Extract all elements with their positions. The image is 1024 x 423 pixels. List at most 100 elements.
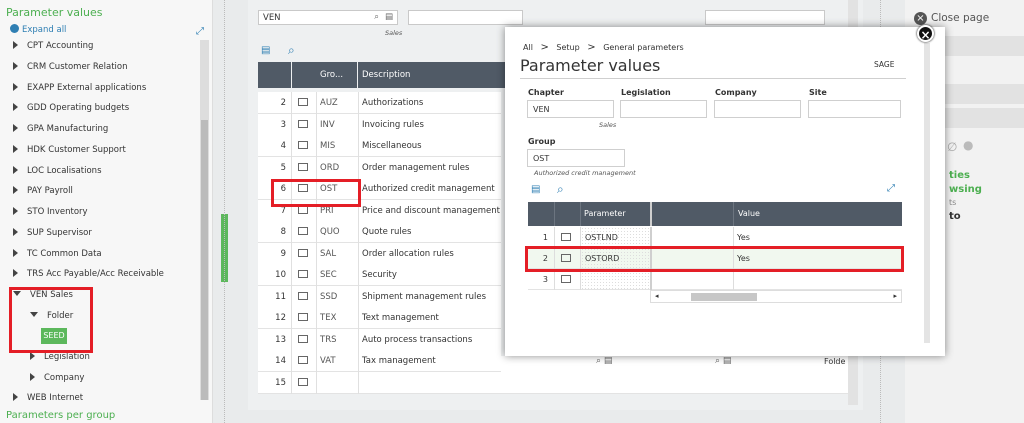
table-icon[interactable]: ▤ [261,45,270,56]
site-input[interactable] [808,100,901,118]
company-input[interactable] [714,100,801,118]
list-icon[interactable]: ▤ [385,12,393,22]
tree-item-exapp[interactable]: EXAPP External applications [13,83,146,93]
tree-item-company[interactable]: Company [30,373,84,383]
table-row[interactable]: 3 INV Invoicing rules [258,114,501,136]
search-icon[interactable]: ⌕ [288,43,295,58]
tree-item-web[interactable]: WEB Internet [13,393,83,403]
table-row[interactable]: 2 AUZ Authorizations [258,92,501,114]
close-page-button[interactable]: × Close page [914,12,989,25]
row-detail-icon[interactable] [298,141,308,149]
table-row[interactable]: 13 TRS Auto process transactions [258,329,501,351]
close-page-label: Close page [931,12,990,24]
expand-diagonal-icon[interactable]: ⤢ [196,26,204,37]
tree-item-pay[interactable]: PAY Payroll [13,186,73,196]
row-detail-icon[interactable] [298,270,308,278]
right-link-1[interactable]: ties [949,170,970,181]
search-icon[interactable]: ⌕ ▤ [715,356,731,366]
folder-label: Folde [824,357,846,366]
comment-icon[interactable]: ● [963,138,973,152]
tree-item-hdk[interactable]: HDK Customer Support [13,145,126,155]
expand-arrow-icon [13,269,18,277]
row-detail-icon[interactable] [298,206,308,214]
section-parameters-per-group[interactable]: Parameters per group [6,410,115,421]
col-value[interactable]: Value [738,209,760,218]
expand-all-link[interactable]: Expand all [10,24,66,35]
row-detail-icon[interactable] [298,98,308,106]
tree-item-loc[interactable]: LOC Localisations [13,166,102,176]
row-detail-icon[interactable] [298,249,308,257]
scroll-left-icon[interactable]: ◂ [655,292,659,300]
expand-arrow-icon [13,249,18,257]
row-detail-icon[interactable] [298,335,308,343]
table-icon[interactable]: ▤ [531,184,540,195]
tree-item-crm[interactable]: CRM Customer Relation [13,62,127,72]
search-icon[interactable]: ⌕ [557,182,564,197]
tree-item-cpt[interactable]: CPT Accounting [13,41,93,51]
scroll-thumb[interactable] [691,293,757,301]
tree-item-tc[interactable]: TC Common Data [13,249,102,259]
group-input[interactable]: OST [527,149,625,167]
right-link-3[interactable]: ts [949,198,956,207]
highlight-ost-row [271,179,361,207]
row-detail-icon[interactable] [298,378,308,386]
grid-header-icon [292,62,316,88]
table-row[interactable]: 8 QUO Quote rules [258,221,501,243]
left-panel: Parameter values ⤢ Expand all ▲ CPT Acco… [0,0,213,423]
tree-item-sto[interactable]: STO Inventory [13,207,88,217]
expand-diagonal-icon[interactable]: ⤢ [887,183,895,194]
left-scrollbar[interactable] [200,40,209,400]
table-row[interactable]: 1 OSTLND Yes [528,227,902,248]
grid-header-description[interactable]: Description [358,62,505,88]
breadcrumb-setup[interactable]: Setup [556,43,579,52]
tree-item-trs[interactable]: TRS Acc Payable/Acc Receivable [13,269,164,279]
table-row[interactable]: 11 SSD Shipment management rules [258,286,501,308]
dialog-scrollbar[interactable] [924,43,930,343]
site-field-bg[interactable] [705,10,825,25]
table-row[interactable]: 3 [528,269,902,290]
search-icon[interactable]: ⌕ ▤ [596,356,612,366]
row-detail-icon[interactable] [298,292,308,300]
tree-item-legislation[interactable]: Legislation [30,352,90,362]
attachment-icon[interactable]: ∅ [947,140,957,154]
row-detail-icon[interactable] [298,120,308,128]
scroll-thumb[interactable] [201,120,208,400]
table-row[interactable]: 14 VAT Tax management [258,350,501,372]
table-row[interactable]: 4 MIS Miscellaneous [258,135,501,157]
close-dialog-button[interactable]: × [917,25,934,42]
table-row[interactable]: 12 TEX Text management [258,307,501,329]
row-detail-icon[interactable] [561,275,571,283]
search-icon[interactable]: ⌕ [374,12,379,22]
row-detail-icon[interactable] [561,233,571,241]
expand-all-label: Expand all [22,25,67,35]
row-detail-icon[interactable] [298,227,308,235]
expand-arrow-icon [13,83,18,91]
table-row[interactable]: 9 SAL Order allocation rules [258,243,501,265]
breadcrumb-all[interactable]: All [523,43,533,52]
tree-item-gpa[interactable]: GPA Manufacturing [13,124,108,134]
chapter-input[interactable]: VEN [527,100,614,118]
row-detail-icon[interactable] [298,356,308,364]
legislation-input[interactable] [620,100,707,118]
col-parameter[interactable]: Parameter [584,209,626,218]
right-link-2[interactable]: wsing [949,184,982,195]
tree-item-gdd[interactable]: GDD Operating budgets [13,103,129,113]
horizontal-scrollbar[interactable]: ◂ ▸ [650,290,902,303]
row-detail-icon[interactable] [298,313,308,321]
chapter-field[interactable]: VEN ⌕ ▤ [258,10,398,25]
group-label: Group [528,137,556,146]
right-link-4[interactable]: to [949,211,961,222]
grid-header-group[interactable]: Gro... [316,62,357,88]
row-detail-icon[interactable] [298,163,308,171]
grid-header-num [258,62,291,88]
scroll-right-icon[interactable]: ▸ [893,292,897,300]
legislation-field-bg[interactable] [408,10,523,25]
table-row[interactable]: 15 [258,372,501,394]
table-row[interactable]: 10 SEC Security [258,264,501,286]
chevron-right-icon: > [587,42,596,53]
header-sep [580,202,581,226]
tree-item-sup[interactable]: SUP Supervisor [13,228,92,238]
expand-arrow-icon [30,352,35,360]
table-row[interactable]: 5 ORD Order management rules [258,157,501,179]
breadcrumb-general-parameters[interactable]: General parameters [603,43,683,52]
